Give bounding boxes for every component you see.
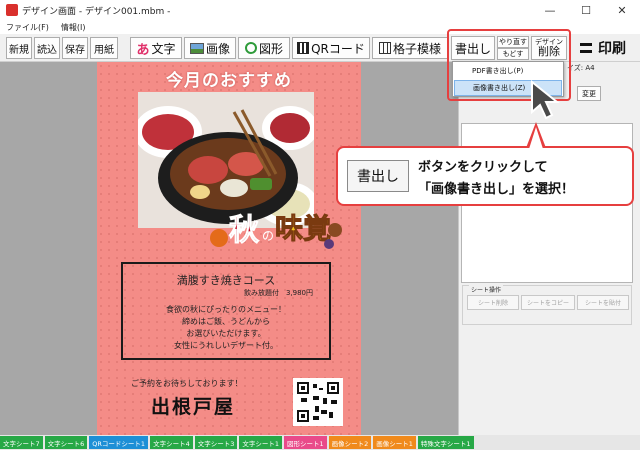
sheet-tab[interactable]: QRコードシート1 [89,436,149,449]
sheet-tab[interactable]: 図形シート1 [283,436,327,449]
course-box[interactable]: 満腹すき焼きコース 飲み放題付 3,980円 食欲の秋にぴったりのメニュー！ 締… [121,262,331,360]
qr-button[interactable]: QRコード [292,37,370,59]
callout-line-2: 「画像書き出し」を選択！ [418,182,575,197]
title-bar: デザイン画面 - デザイン001.mbm - — ☐ ✕ [0,0,640,20]
window-title: デザイン画面 - デザイン001.mbm - [22,6,171,17]
shape-button[interactable]: 図形 [238,37,290,59]
print-label: 印刷 [598,41,626,57]
print-button[interactable]: 印刷 [572,37,634,59]
sheet-operations-group: シート操作 シート削除 シートをコピー シートを貼付 [462,285,632,325]
image-button[interactable]: 画像 [184,37,236,59]
delete-sheet-button[interactable]: シート削除 [467,295,519,310]
shop-name[interactable]: 出根戸屋 [151,392,235,419]
sheet-tab[interactable]: 文字シート4 [150,436,193,449]
minimize-button[interactable]: — [532,0,568,20]
sheet-tab[interactable]: 文字シート6 [44,436,88,449]
callout-tail-inner [529,127,543,149]
sheet-tab[interactable]: 特殊文字シート1 [417,436,474,449]
design-canvas[interactable]: 今月のおすすめ 秋 の 味覚 満腹すき焼きコース 飲み放題付 3,980円 食欲… [97,62,361,435]
text-button-label: 文字 [151,41,176,56]
mouse-cursor-icon [531,80,560,120]
logo-char-no: の [262,229,274,243]
maximize-button[interactable]: ☐ [568,0,604,20]
menu-info[interactable]: 情報(I) [55,22,92,33]
grid-icon [378,42,391,54]
canvas-title[interactable]: 今月のおすすめ [97,66,361,91]
qr-code-graphic [297,382,339,422]
image-button-label: 画像 [205,41,230,56]
instruction-callout: 書出し ボタンをクリックして 「画像書き出し」を選択！ [336,146,634,206]
qr-button-label: QRコード [311,41,365,56]
sheet-tab[interactable]: 文字シート7 [0,436,43,449]
grid-button-label: 格子模様 [392,41,441,56]
app-icon [6,4,18,16]
course-line-1: 食欲の秋にぴったりのメニュー！ [166,305,286,314]
course-title: 満腹すき焼きコース [176,274,276,287]
reserve-text[interactable]: ご予約をお待ちしております！ [131,378,243,389]
circle-icon [244,42,257,54]
sheet-tab[interactable]: 画像シート2 [328,436,372,449]
change-size-button[interactable]: 変更 [577,86,601,101]
callout-line-1: ボタンをクリックして [418,160,548,175]
course-price: 飲み放題付 3,980円 [243,289,313,297]
sheet-tab[interactable]: 文字シート1 [239,436,282,449]
paste-sheet-button[interactable]: シートを貼付 [577,295,629,310]
course-line-3: お選びいただけます。 [186,329,266,338]
text-button[interactable]: あ文字 [130,37,182,59]
grid-pattern-button[interactable]: 格子模様 [372,37,448,59]
open-button[interactable]: 読込 [34,37,60,59]
sheet-tab[interactable]: 画像シート1 [373,436,416,449]
sheet-tab[interactable]: 文字シート3 [194,436,238,449]
text-icon: あ [136,42,150,58]
course-line-4: 女性にうれしいデザート付。 [174,341,278,350]
logo-char-mikaku: 味覚 [275,212,331,245]
close-button[interactable]: ✕ [604,0,640,20]
paper-size-label: イズ: A4 [567,64,595,72]
paper-button[interactable]: 用紙 [90,37,118,59]
course-line-2: 締めはご飯、うどんから [182,317,270,326]
copy-sheet-button[interactable]: シートをコピー [521,295,575,310]
autumn-taste-logo[interactable]: 秋 の 味覚 [207,200,347,250]
menu-file[interactable]: ファイル(F) [0,22,55,33]
save-button[interactable]: 保存 [62,37,88,59]
callout-export-button: 書出し [347,160,409,192]
shape-button-label: 図形 [258,41,283,56]
sheet-operations-legend: シート操作 [469,285,504,294]
new-button[interactable]: 新規 [6,37,32,59]
logo-char-aki: 秋 [229,213,259,248]
sheet-tabs: 文字シート7 文字シート6 QRコードシート1 文字シート4 文字シート3 文字シート1 図… [0,435,640,450]
qr-code[interactable] [293,378,343,426]
qr-icon [297,42,310,54]
printer-icon [580,43,592,53]
image-icon [189,42,204,54]
